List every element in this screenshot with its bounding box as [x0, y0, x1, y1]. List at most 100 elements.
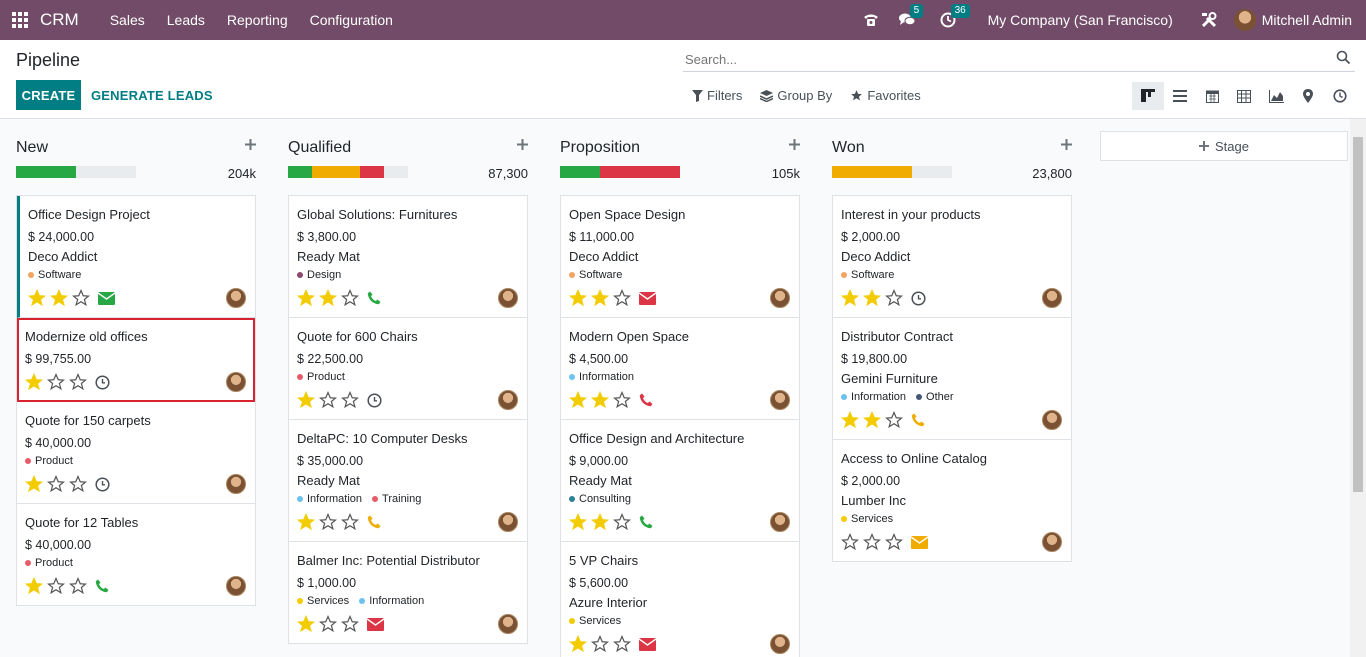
priority-star-icon[interactable]: [341, 615, 359, 633]
generate-leads-button[interactable]: GENERATE LEADS: [91, 80, 213, 110]
lead-card[interactable]: Access to Online Catalog $ 2,000.00 Lumber…: [833, 440, 1071, 562]
apps-menu-icon[interactable]: [12, 12, 28, 28]
priority-star-icon[interactable]: [341, 289, 359, 307]
activities-clock-icon[interactable]: 36: [939, 4, 970, 29]
activity-widget[interactable]: [639, 515, 653, 529]
priority-star-icon[interactable]: [863, 411, 881, 429]
priority-star-icon[interactable]: [569, 513, 587, 531]
clock-activity-icon[interactable]: [95, 476, 110, 492]
activity-view-icon[interactable]: [1324, 82, 1356, 110]
salesperson-avatar[interactable]: [770, 634, 790, 654]
priority-star-icon[interactable]: [297, 615, 315, 633]
lead-card[interactable]: Distributor Contract $ 19,800.00 Gemini Fu…: [833, 318, 1071, 440]
lead-card[interactable]: Quote for 12 Tables $ 40,000.00 Product: [17, 504, 255, 606]
email-activity-icon[interactable]: [911, 535, 928, 549]
column-title[interactable]: Proposition: [560, 139, 640, 157]
activity-widget[interactable]: [367, 392, 382, 408]
menu-sales[interactable]: Sales: [99, 12, 156, 28]
priority-star-icon[interactable]: [25, 475, 43, 493]
clock-activity-icon[interactable]: [367, 392, 382, 408]
salesperson-avatar[interactable]: [226, 288, 246, 308]
phone-icon[interactable]: [862, 11, 880, 29]
priority-star-icon[interactable]: [47, 475, 65, 493]
email-activity-icon[interactable]: [639, 291, 656, 305]
priority-star-icon[interactable]: [885, 411, 903, 429]
lead-card[interactable]: Global Solutions: Furnitures $ 3,800.00 Re…: [289, 196, 527, 318]
priority-star-icon[interactable]: [341, 391, 359, 409]
clock-activity-icon[interactable]: [95, 374, 110, 390]
priority-star-icon[interactable]: [863, 533, 881, 551]
priority-star-icon[interactable]: [319, 615, 337, 633]
priority-star-icon[interactable]: [72, 289, 90, 307]
lead-card[interactable]: Open Space Design $ 11,000.00 Deco Addict S…: [561, 196, 799, 318]
messages-icon[interactable]: 5: [898, 4, 924, 29]
column-title[interactable]: Qualified: [288, 139, 351, 157]
priority-star-icon[interactable]: [591, 513, 609, 531]
activity-widget[interactable]: [95, 374, 110, 390]
priority-star-icon[interactable]: [591, 635, 609, 653]
salesperson-avatar[interactable]: [498, 390, 518, 410]
priority-star-icon[interactable]: [591, 289, 609, 307]
lead-card[interactable]: Quote for 600 Chairs $ 22,500.00 Product: [289, 318, 527, 420]
pivot-view-icon[interactable]: [1228, 82, 1260, 110]
phone-activity-icon[interactable]: [639, 515, 653, 529]
priority-star-icon[interactable]: [319, 391, 337, 409]
salesperson-avatar[interactable]: [226, 576, 246, 596]
priority-star-icon[interactable]: [297, 391, 315, 409]
clock-activity-icon[interactable]: [911, 290, 926, 306]
quick-create-plus-icon[interactable]: [517, 137, 528, 155]
activity-widget[interactable]: [639, 291, 656, 305]
activity-widget[interactable]: [95, 476, 110, 492]
activity-widget[interactable]: [98, 291, 115, 305]
column-progress-bar[interactable]: [560, 166, 680, 178]
activity-widget[interactable]: [367, 515, 381, 529]
priority-star-icon[interactable]: [297, 513, 315, 531]
progress-segment[interactable]: [360, 166, 384, 178]
email-activity-icon[interactable]: [639, 637, 656, 651]
debug-tools-icon[interactable]: [1200, 11, 1218, 29]
progress-segment[interactable]: [312, 166, 360, 178]
priority-star-icon[interactable]: [569, 289, 587, 307]
scrollbar-thumb[interactable]: [1353, 137, 1363, 492]
phone-activity-icon[interactable]: [95, 579, 109, 593]
menu-configuration[interactable]: Configuration: [299, 12, 404, 28]
priority-star-icon[interactable]: [613, 635, 631, 653]
user-menu[interactable]: Mitchell Admin: [1262, 12, 1352, 28]
priority-star-icon[interactable]: [50, 289, 68, 307]
salesperson-avatar[interactable]: [1042, 532, 1062, 552]
phone-activity-icon[interactable]: [639, 393, 653, 407]
lead-card[interactable]: Balmer Inc: Potential Distributor $ 1,000…: [289, 542, 527, 644]
progress-segment[interactable]: [288, 166, 312, 178]
email-activity-icon[interactable]: [98, 291, 115, 305]
add-stage-button[interactable]: Stage: [1100, 131, 1348, 161]
priority-star-icon[interactable]: [613, 391, 631, 409]
column-progress-bar[interactable]: [832, 166, 952, 178]
salesperson-avatar[interactable]: [1042, 288, 1062, 308]
activity-widget[interactable]: [639, 393, 653, 407]
lead-card[interactable]: Modern Open Space $ 4,500.00 Information: [561, 318, 799, 420]
graph-view-icon[interactable]: [1260, 82, 1292, 110]
quick-create-plus-icon[interactable]: [1061, 137, 1072, 155]
progress-segment[interactable]: [599, 166, 680, 178]
priority-star-icon[interactable]: [885, 533, 903, 551]
priority-star-icon[interactable]: [841, 289, 859, 307]
lead-card[interactable]: Modernize old offices $ 99,755.00: [17, 318, 255, 402]
priority-star-icon[interactable]: [341, 513, 359, 531]
priority-star-icon[interactable]: [613, 513, 631, 531]
salesperson-avatar[interactable]: [1042, 410, 1062, 430]
calendar-view-icon[interactable]: [1196, 82, 1228, 110]
progress-segment[interactable]: [560, 166, 600, 178]
activity-widget[interactable]: [911, 413, 925, 427]
column-title[interactable]: New: [16, 139, 48, 157]
company-switcher[interactable]: My Company (San Francisco): [988, 12, 1173, 28]
salesperson-avatar[interactable]: [498, 288, 518, 308]
menu-reporting[interactable]: Reporting: [216, 12, 299, 28]
list-view-icon[interactable]: [1164, 82, 1196, 110]
priority-star-icon[interactable]: [885, 289, 903, 307]
salesperson-avatar[interactable]: [770, 288, 790, 308]
activity-widget[interactable]: [911, 535, 928, 549]
salesperson-avatar[interactable]: [226, 372, 246, 392]
search-input[interactable]: [683, 48, 1323, 70]
priority-star-icon[interactable]: [863, 289, 881, 307]
activity-widget[interactable]: [367, 291, 381, 305]
